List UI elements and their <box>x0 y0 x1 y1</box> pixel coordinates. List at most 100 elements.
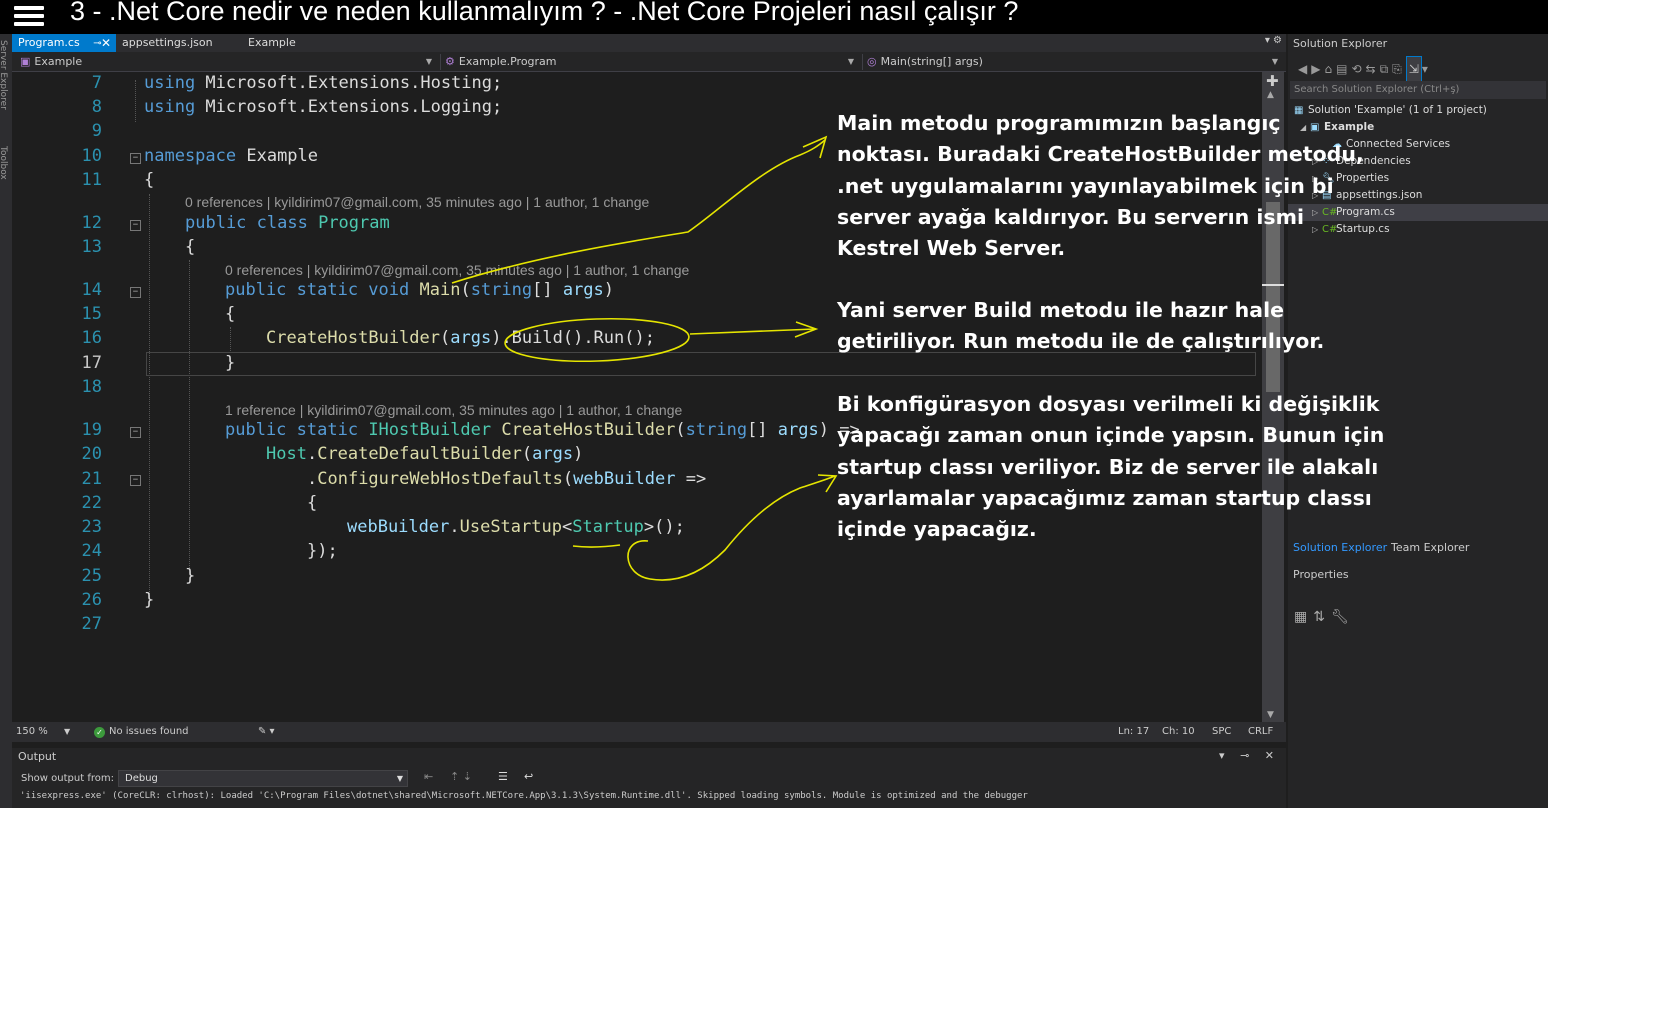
line-number: 13 <box>81 237 102 257</box>
show-all-files-icon[interactable]: ⎘ <box>1392 62 1406 76</box>
scroll-down-icon[interactable]: ▼ <box>1267 710 1274 720</box>
home-icon[interactable]: ⌂ <box>1324 62 1336 76</box>
line-number: 24 <box>81 541 102 561</box>
fold-toggle[interactable]: − <box>130 287 141 298</box>
indent-guide <box>230 327 231 351</box>
codelens-program[interactable]: 0 references | kyildirim07@gmail.com, 35… <box>185 194 649 210</box>
code-cleanup-icon[interactable]: ✎ ▾ <box>258 722 275 742</box>
code-line-7: using Microsoft.Extensions.Hosting; <box>144 73 503 93</box>
line-number: 9 <box>91 121 102 141</box>
solution-explorer-title: Solution Explorer <box>1293 37 1388 50</box>
more-icon[interactable]: ▾ <box>1422 62 1432 76</box>
line-number: 23 <box>81 517 102 537</box>
tab-appsettings-json[interactable]: appsettings.json <box>116 34 219 52</box>
code-line-16: CreateHostBuilder(args).Build().Run(); <box>266 328 655 348</box>
codelens-main[interactable]: 0 references | kyildirim07@gmail.com, 35… <box>225 262 689 278</box>
annotation-line: Kestrel Web Server. <box>837 236 1066 261</box>
output-log-line: 'iisexpress.exe' (CoreCLR: clrhost): Loa… <box>20 791 1028 801</box>
indent-guide <box>149 194 150 594</box>
word-wrap-icon[interactable]: ↩ <box>524 770 533 783</box>
close-icon[interactable]: ✕ <box>101 34 111 52</box>
line-number: 20 <box>81 444 102 464</box>
menu-icon[interactable] <box>14 2 50 30</box>
tab-program-cs[interactable]: Program.cs ⊸ ✕ <box>12 34 116 52</box>
solution-search-input[interactable]: Search Solution Explorer (Ctrl+ş) <box>1290 81 1546 99</box>
line-number: 8 <box>91 97 102 117</box>
code-line-12: public class Program <box>185 213 390 233</box>
sync-icon[interactable]: ⇆ <box>1366 62 1380 76</box>
issues-indicator[interactable]: ✓ No issues found <box>94 722 189 742</box>
member-dropdown[interactable]: ◎ Main(string[] args) ▼ <box>862 54 1282 70</box>
code-line-10: namespace Example <box>144 146 319 166</box>
class-dropdown-value: Example.Program <box>458 55 557 68</box>
fold-toggle[interactable]: − <box>130 220 141 231</box>
alphabetical-icon[interactable]: ⇅ <box>1313 609 1331 625</box>
panel-window-controls[interactable]: ▾ ⊸ ✕ <box>1219 749 1280 762</box>
video-frame: 3 - .Net Core nedir ve neden kullanmalıy… <box>0 0 1548 808</box>
scroll-up-icon[interactable]: ▲ <box>1267 90 1274 100</box>
line-number: 21 <box>81 469 102 489</box>
csharp-project-icon: ▣ <box>20 55 31 68</box>
code-line-26: } <box>144 590 155 610</box>
clear-all-icon[interactable]: ☰ <box>498 770 508 783</box>
line-number: 19 <box>81 420 102 440</box>
forward-icon[interactable]: ▶ <box>1311 62 1324 76</box>
indent-guide <box>189 260 190 568</box>
zoom-level[interactable]: 150 % <box>16 722 48 742</box>
code-line-24: }); <box>307 541 338 561</box>
tab-team-explorer[interactable]: Team Explorer <box>1391 539 1469 557</box>
code-line-13: { <box>185 237 196 257</box>
collapse-all-icon[interactable]: ⧉ <box>1380 62 1393 76</box>
toolbox-tab[interactable]: Toolbox <box>0 146 8 180</box>
annotation-line: içinde yapacağız. <box>837 517 1037 542</box>
solution-explorer-toolbar: ◀▶⌂▤⟲⇆⧉⎘ ⇲ ▾ <box>1288 56 1548 82</box>
class-dropdown[interactable]: ⚙ Example.Program ▼ <box>440 54 858 70</box>
whitespace-indicator[interactable]: SPC <box>1212 722 1231 742</box>
project-dropdown[interactable]: ▣ Example ▼ <box>16 54 436 70</box>
line-ending-indicator[interactable]: CRLF <box>1248 722 1273 742</box>
navigation-bar: ▣ Example ▼ ⚙ Example.Program ▼ ◎ Main(string… <box>12 52 1286 72</box>
code-line-19: public static IHostBuilder CreateHostBui… <box>225 420 860 440</box>
caret-position-marker <box>1262 284 1284 286</box>
find-message-icon[interactable]: ⇤ <box>424 770 433 783</box>
indent-guide <box>135 80 136 122</box>
switch-views-icon[interactable]: ▤ <box>1336 62 1351 76</box>
back-icon[interactable]: ◀ <box>1298 62 1311 76</box>
property-pages-icon[interactable]: 🔧︎ <box>1331 609 1355 625</box>
fold-toggle[interactable]: − <box>130 427 141 438</box>
properties-title: Properties <box>1293 568 1349 581</box>
code-line-22: { <box>307 493 318 513</box>
tab-example[interactable]: Example <box>242 34 302 52</box>
line-number: 18 <box>81 377 102 397</box>
fold-toggle[interactable]: − <box>130 153 141 164</box>
editor-status-bar: 150 % ▼ ✓ No issues found ✎ ▾ Ln: 17 Ch: … <box>12 722 1286 742</box>
server-explorer-tab[interactable]: Server Explorer <box>0 40 8 110</box>
annotation-main-method: Main metodu programımızın başlangıç nokt… <box>837 108 1364 264</box>
annotation-line: server ayağa kaldırıyor. Bu serverın ism… <box>837 204 1304 229</box>
output-source-select[interactable]: Debug ▼ <box>118 770 408 787</box>
left-tool-rail: Server Explorer Toolbox <box>0 34 12 808</box>
categorized-icon[interactable]: ▦ <box>1294 609 1313 625</box>
code-line-11: { <box>144 170 155 190</box>
previous-message-icon[interactable]: ⇡ ⇣ <box>450 770 472 783</box>
line-number-current: 17 <box>81 353 102 373</box>
annotation-line: ayarlamalar yapacağımız zaman startup cl… <box>837 485 1372 510</box>
codelens-create-host-builder[interactable]: 1 reference | kyildirim07@gmail.com, 35 … <box>225 402 682 418</box>
chevron-down-icon[interactable]: ▼ <box>64 722 70 742</box>
video-title: 3 - .Net Core nedir ve neden kullanmalıy… <box>70 0 1019 26</box>
code-line-21: .ConfigureWebHostDefaults(webBuilder => <box>307 469 707 489</box>
fold-toggle[interactable]: − <box>130 475 141 486</box>
tab-overflow-icon[interactable]: ▾ ⚙ <box>1265 35 1282 46</box>
output-panel: Output ▾ ⊸ ✕ Show output from: Debug ▼ ⇤ … <box>12 748 1286 808</box>
line-number: 15 <box>81 304 102 324</box>
code-line-14: public static void Main(string[] args) <box>225 280 615 300</box>
code-line-25: } <box>185 566 196 586</box>
column-indicator: Ch: 10 <box>1162 726 1195 737</box>
annotation-line: yapacağı zaman onun içinde yapsın. Bunun… <box>837 423 1385 448</box>
pending-changes-icon[interactable]: ⟲ <box>1351 62 1365 76</box>
project-dropdown-value: Example <box>34 55 83 68</box>
chevron-down-icon: ▼ <box>425 57 432 66</box>
preview-selected-icon[interactable]: ⇲ <box>1405 56 1422 82</box>
video-title-bar: 3 - .Net Core nedir ve neden kullanmalıy… <box>0 0 1548 34</box>
split-editor-icon[interactable]: ✚ <box>1266 72 1279 90</box>
